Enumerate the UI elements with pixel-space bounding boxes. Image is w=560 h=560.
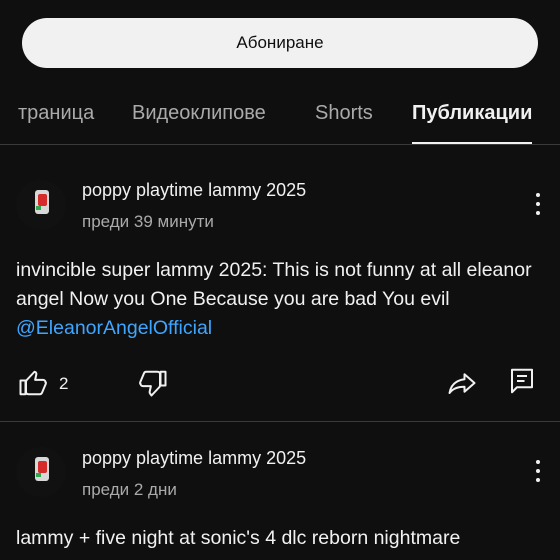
tab-shorts[interactable]: Shorts xyxy=(315,88,373,144)
thumbs-up-icon[interactable] xyxy=(18,368,48,398)
comment-icon[interactable] xyxy=(507,366,537,396)
divider xyxy=(0,421,560,422)
more-vertical-icon[interactable] xyxy=(528,457,548,487)
post-author[interactable]: poppy playtime lammy 2025 xyxy=(82,180,306,201)
tab-home[interactable]: траница xyxy=(18,88,94,144)
tab-posts[interactable]: Публикации xyxy=(412,88,533,144)
post-body: invincible super lammy 2025: This is not… xyxy=(16,259,532,310)
avatar[interactable] xyxy=(16,180,66,230)
share-icon[interactable] xyxy=(447,368,477,398)
mention-link[interactable]: @EleanorAngelOfficial xyxy=(16,317,212,339)
post-time: преди 2 дни xyxy=(82,480,177,499)
subscribe-button[interactable]: Абониране xyxy=(22,18,538,68)
post-author[interactable]: poppy playtime lammy 2025 xyxy=(82,448,306,469)
post-time: преди 39 минути xyxy=(82,212,214,231)
tab-videos[interactable]: Видеоклипове xyxy=(132,88,266,144)
avatar[interactable] xyxy=(16,447,66,497)
channel-tabs: траница Видеоклипове Shorts Публикации xyxy=(0,88,560,145)
post-text: invincible super lammy 2025: This is not… xyxy=(16,256,544,343)
more-vertical-icon[interactable] xyxy=(528,190,548,220)
post-body: lammy + five night at sonic's 4 dlc rebo… xyxy=(16,527,461,549)
thumbs-down-icon[interactable] xyxy=(138,368,168,398)
like-count: 2 xyxy=(59,374,69,393)
post-text: lammy + five night at sonic's 4 dlc rebo… xyxy=(16,524,544,553)
